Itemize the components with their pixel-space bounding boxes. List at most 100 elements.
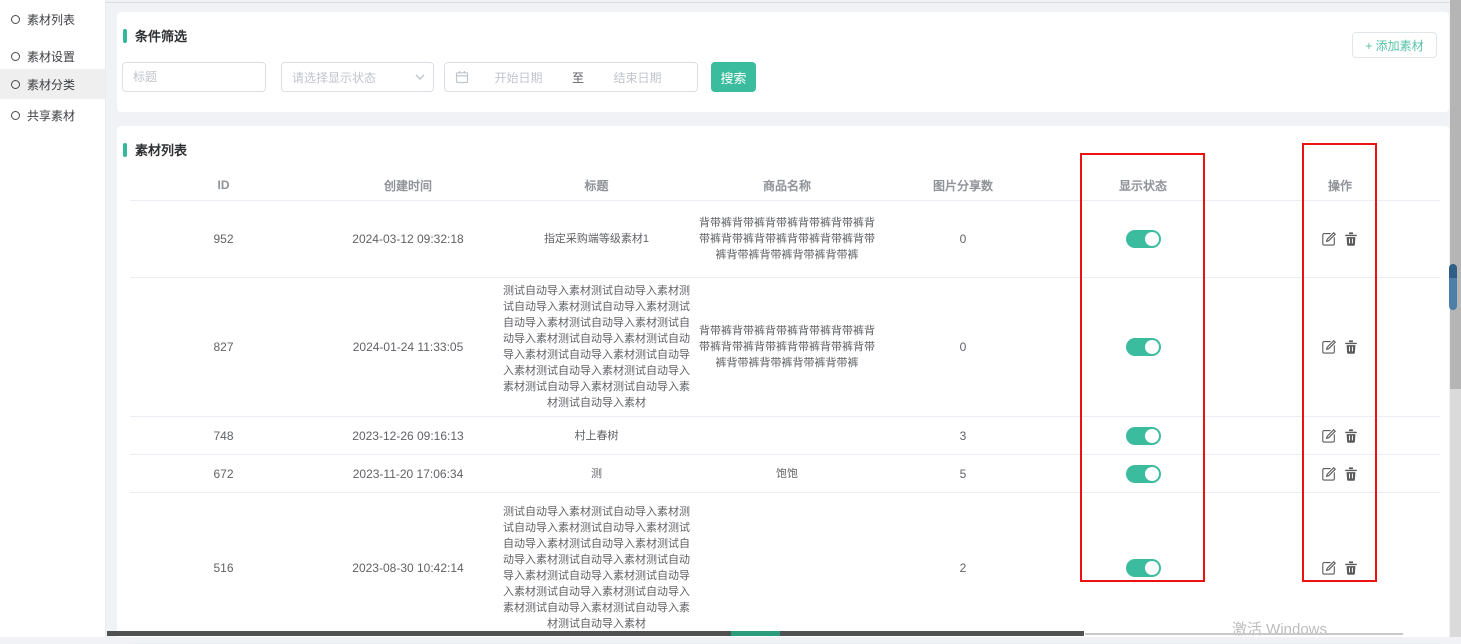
cell-id: 952 <box>130 201 317 277</box>
end-date-placeholder: 结束日期 <box>588 69 687 86</box>
cell-title: 村上春树 <box>499 417 694 454</box>
sidebar: 素材列表 素材设置 素材分类 共享素材 <box>0 0 105 637</box>
cell-display-status <box>1046 201 1240 277</box>
table-section-title: 素材列表 <box>135 140 187 159</box>
toggle-knob <box>1145 340 1159 354</box>
title-filter-input[interactable] <box>122 62 266 92</box>
cell-operations <box>1240 201 1440 277</box>
sidebar-item-material-list[interactable]: 素材列表 <box>0 4 105 34</box>
display-status-toggle[interactable] <box>1126 338 1161 356</box>
col-header-title: 标题 <box>499 177 694 194</box>
sidebar-item-label: 素材列表 <box>27 11 75 28</box>
filter-card: 条件筛选 请选择显示状态 开始日期 至 结束日期 搜索 + 添加素材 <box>117 12 1449 112</box>
date-range-picker[interactable]: 开始日期 至 结束日期 <box>444 62 698 92</box>
col-header-shares: 图片分享数 <box>880 177 1046 194</box>
sidebar-item-label: 素材分类 <box>27 76 75 93</box>
cell-created: 2024-03-12 09:32:18 <box>317 201 499 277</box>
edit-icon[interactable] <box>1322 467 1336 481</box>
toggle-knob <box>1145 429 1159 443</box>
display-status-select[interactable]: 请选择显示状态 <box>281 62 434 92</box>
sidebar-item-shared-material[interactable]: 共享素材 <box>0 100 105 130</box>
cell-shares: 0 <box>880 278 1046 416</box>
col-header-created: 创建时间 <box>317 177 499 194</box>
edit-icon[interactable] <box>1322 232 1336 246</box>
cell-title: 测试自动导入素材测试自动导入素材测试自动导入素材测试自动导入素材测试自动导入素材… <box>499 278 694 416</box>
main-content: 条件筛选 请选择显示状态 开始日期 至 结束日期 搜索 + 添加素材 <box>105 0 1461 637</box>
toggle-knob <box>1145 467 1159 481</box>
windows-activation-watermark: 激活 Windows <box>1232 618 1327 639</box>
cell-operations <box>1240 417 1440 454</box>
add-material-button[interactable]: + 添加素材 <box>1352 32 1437 58</box>
cell-created: 2023-11-20 17:06:34 <box>317 455 499 492</box>
material-list-card: 素材列表 ID 创建时间 标题 商品名称 图片分享数 显示状态 操作 952 2… <box>117 126 1449 637</box>
date-separator: 至 <box>568 69 588 86</box>
start-date-placeholder: 开始日期 <box>469 69 568 86</box>
display-status-toggle[interactable] <box>1126 427 1161 445</box>
cell-operations <box>1240 278 1440 416</box>
search-button[interactable]: 搜索 <box>711 62 756 92</box>
cell-id: 672 <box>130 455 317 492</box>
toggle-knob <box>1145 232 1159 246</box>
cell-product: 背带裤背带裤背带裤背带裤背带裤背带裤背带裤背带裤背带裤背带裤背带裤背带裤背带裤背… <box>694 278 880 416</box>
sidebar-item-material-category[interactable]: 素材分类 <box>0 69 105 99</box>
cell-id: 827 <box>130 278 317 416</box>
filter-section-title: 条件筛选 <box>135 26 187 45</box>
toggle-knob <box>1145 561 1159 575</box>
cell-id: 748 <box>130 417 317 454</box>
display-status-toggle[interactable] <box>1126 465 1161 483</box>
cell-created: 2024-01-24 11:33:05 <box>317 278 499 416</box>
window-bottom-edge-line <box>1085 633 1403 635</box>
cell-product <box>694 417 880 454</box>
circle-icon <box>11 15 20 24</box>
circle-icon <box>11 111 20 120</box>
cell-display-status <box>1046 455 1240 492</box>
trash-icon[interactable] <box>1344 232 1358 246</box>
material-table: ID 创建时间 标题 商品名称 图片分享数 显示状态 操作 952 2024-0… <box>130 170 1440 644</box>
cell-shares: 5 <box>880 455 1046 492</box>
col-header-id: ID <box>130 178 317 192</box>
circle-icon <box>11 52 20 61</box>
section-accent-bar <box>123 143 127 157</box>
col-header-product: 商品名称 <box>694 177 880 194</box>
cell-title: 指定采购端等级素材1 <box>499 201 694 277</box>
col-header-operations: 操作 <box>1240 177 1440 194</box>
cell-product: 饱饱 <box>694 455 880 492</box>
cell-shares: 2 <box>880 493 1046 643</box>
edit-icon[interactable] <box>1322 429 1336 443</box>
trash-icon[interactable] <box>1344 429 1358 443</box>
cell-id: 516 <box>130 493 317 643</box>
cell-created: 2023-12-26 09:16:13 <box>317 417 499 454</box>
display-status-toggle[interactable] <box>1126 559 1161 577</box>
scrollbar-track <box>1450 0 1461 637</box>
cell-product: 背带裤背带裤背带裤背带裤背带裤背带裤背带裤背带裤背带裤背带裤背带裤背带裤背带裤背… <box>694 201 880 277</box>
sidebar-item-label: 共享素材 <box>27 107 75 124</box>
trash-icon[interactable] <box>1344 340 1358 354</box>
table-section-header: 素材列表 <box>123 140 187 159</box>
cell-shares: 0 <box>880 201 1046 277</box>
table-header-row: ID 创建时间 标题 商品名称 图片分享数 显示状态 操作 <box>130 170 1440 201</box>
cell-display-status <box>1046 278 1240 416</box>
display-status-toggle[interactable] <box>1126 230 1161 248</box>
table-row: 748 2023-12-26 09:16:13 村上春树 3 <box>130 417 1440 455</box>
trash-icon[interactable] <box>1344 467 1358 481</box>
circle-icon <box>11 80 20 89</box>
section-accent-bar <box>123 29 127 43</box>
table-row: 827 2024-01-24 11:33:05 测试自动导入素材测试自动导入素材… <box>130 278 1440 417</box>
status-select-placeholder: 请选择显示状态 <box>292 69 415 86</box>
table-row: 952 2024-03-12 09:32:18 指定采购端等级素材1 背带裤背带… <box>130 201 1440 278</box>
scrollbar-thumb[interactable] <box>1449 264 1457 310</box>
cell-title: 测试自动导入素材测试自动导入素材测试自动导入素材测试自动导入素材测试自动导入素材… <box>499 493 694 643</box>
sidebar-item-material-settings[interactable]: 素材设置 <box>0 41 105 71</box>
page-top-divider <box>105 2 1452 3</box>
calendar-icon <box>455 70 469 84</box>
edit-icon[interactable] <box>1322 340 1336 354</box>
trash-icon[interactable] <box>1344 561 1358 575</box>
edit-icon[interactable] <box>1322 561 1336 575</box>
chevron-down-icon <box>415 74 425 80</box>
col-header-display-status: 显示状态 <box>1046 177 1240 194</box>
cell-product <box>694 493 880 643</box>
sidebar-item-label: 素材设置 <box>27 48 75 65</box>
cell-display-status <box>1046 493 1240 643</box>
filter-section-header: 条件筛选 <box>123 26 187 45</box>
window-bottom-edge-green-segment <box>731 631 780 636</box>
